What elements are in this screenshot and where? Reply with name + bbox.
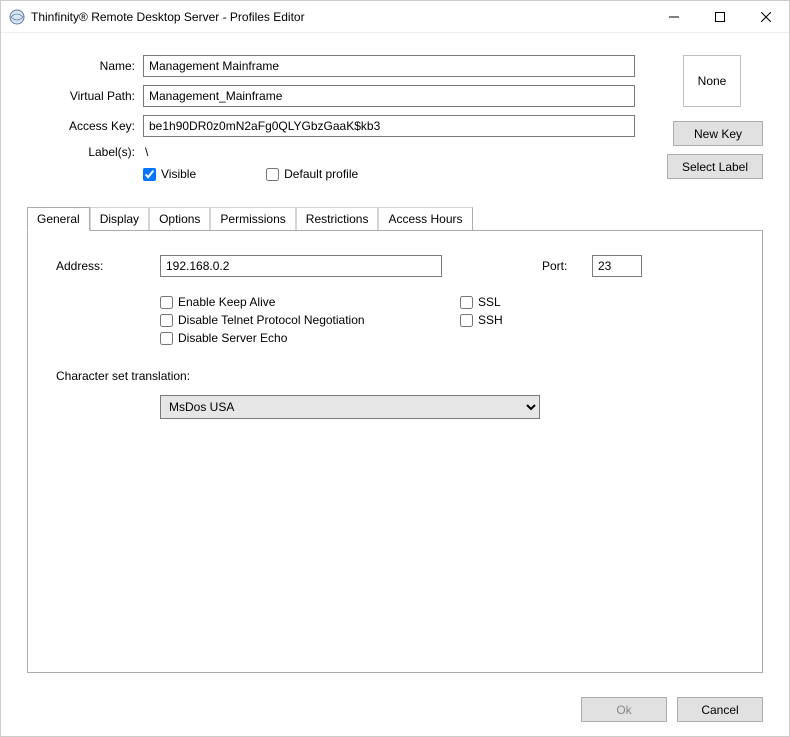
content-area: None Name: Virtual Path: Access Key: Lab… [1, 33, 789, 683]
address-label: Address: [56, 259, 160, 273]
ssh-checkbox-wrap[interactable]: SSH [460, 313, 560, 327]
visible-checkbox[interactable] [143, 168, 156, 181]
labels-value: \ [143, 145, 635, 159]
dialog-footer: Ok Cancel [1, 683, 789, 736]
disable-echo-checkbox[interactable] [160, 332, 173, 345]
disable-telnet-checkbox-wrap[interactable]: Disable Telnet Protocol Negotiation [160, 313, 460, 327]
cancel-button[interactable]: Cancel [677, 697, 763, 722]
port-input[interactable] [592, 255, 642, 277]
new-key-button[interactable]: New Key [673, 121, 763, 146]
ok-button[interactable]: Ok [581, 697, 667, 722]
tab-panel-general: Address: Port: Enable Keep Alive SSL [27, 230, 763, 673]
tab-restrictions[interactable]: Restrictions [296, 207, 379, 230]
tab-access-hours[interactable]: Access Hours [378, 207, 472, 230]
access-key-label: Access Key: [27, 119, 143, 133]
thumbnail-none[interactable]: None [683, 55, 741, 107]
disable-echo-checkbox-wrap[interactable]: Disable Server Echo [160, 331, 460, 345]
visible-checkbox-wrap[interactable]: Visible [143, 167, 196, 181]
default-profile-checkbox[interactable] [266, 168, 279, 181]
titlebar: Thinfinity® Remote Desktop Server - Prof… [1, 1, 789, 33]
labels-label: Label(s): [27, 145, 143, 159]
app-icon [9, 9, 25, 25]
access-key-input[interactable] [143, 115, 635, 137]
tabs-container: General Display Options Permissions Rest… [27, 207, 763, 673]
tab-options[interactable]: Options [149, 207, 210, 230]
ssh-checkbox[interactable] [460, 314, 473, 327]
charset-select[interactable]: MsDos USA [160, 395, 540, 419]
ssl-checkbox-wrap[interactable]: SSL [460, 295, 560, 309]
tab-general[interactable]: General [27, 207, 90, 231]
virtual-path-input[interactable] [143, 85, 635, 107]
default-profile-checkbox-wrap[interactable]: Default profile [266, 167, 358, 181]
maximize-button[interactable] [697, 2, 743, 32]
address-input[interactable] [160, 255, 442, 277]
ssl-checkbox[interactable] [460, 296, 473, 309]
disable-telnet-checkbox[interactable] [160, 314, 173, 327]
tab-display[interactable]: Display [90, 207, 149, 230]
ssh-label: SSH [478, 313, 503, 327]
port-label: Port: [542, 259, 582, 273]
charset-label: Character set translation: [56, 369, 734, 383]
name-input[interactable] [143, 55, 635, 77]
keep-alive-label: Enable Keep Alive [178, 295, 275, 309]
disable-telnet-label: Disable Telnet Protocol Negotiation [178, 313, 365, 327]
tab-permissions[interactable]: Permissions [210, 207, 295, 230]
minimize-button[interactable] [651, 2, 697, 32]
profile-header-form: None Name: Virtual Path: Access Key: Lab… [27, 55, 763, 181]
default-profile-checkbox-label: Default profile [284, 167, 358, 181]
keep-alive-checkbox-wrap[interactable]: Enable Keep Alive [160, 295, 460, 309]
close-button[interactable] [743, 2, 789, 32]
tab-strip: General Display Options Permissions Rest… [27, 207, 763, 230]
virtual-path-label: Virtual Path: [27, 89, 143, 103]
window-controls [651, 2, 789, 32]
window-frame: Thinfinity® Remote Desktop Server - Prof… [0, 0, 790, 737]
disable-echo-label: Disable Server Echo [178, 331, 287, 345]
keep-alive-checkbox[interactable] [160, 296, 173, 309]
select-label-button[interactable]: Select Label [667, 154, 763, 179]
ssl-label: SSL [478, 295, 501, 309]
window-title: Thinfinity® Remote Desktop Server - Prof… [31, 10, 651, 24]
visible-checkbox-label: Visible [161, 167, 196, 181]
name-label: Name: [27, 59, 143, 73]
